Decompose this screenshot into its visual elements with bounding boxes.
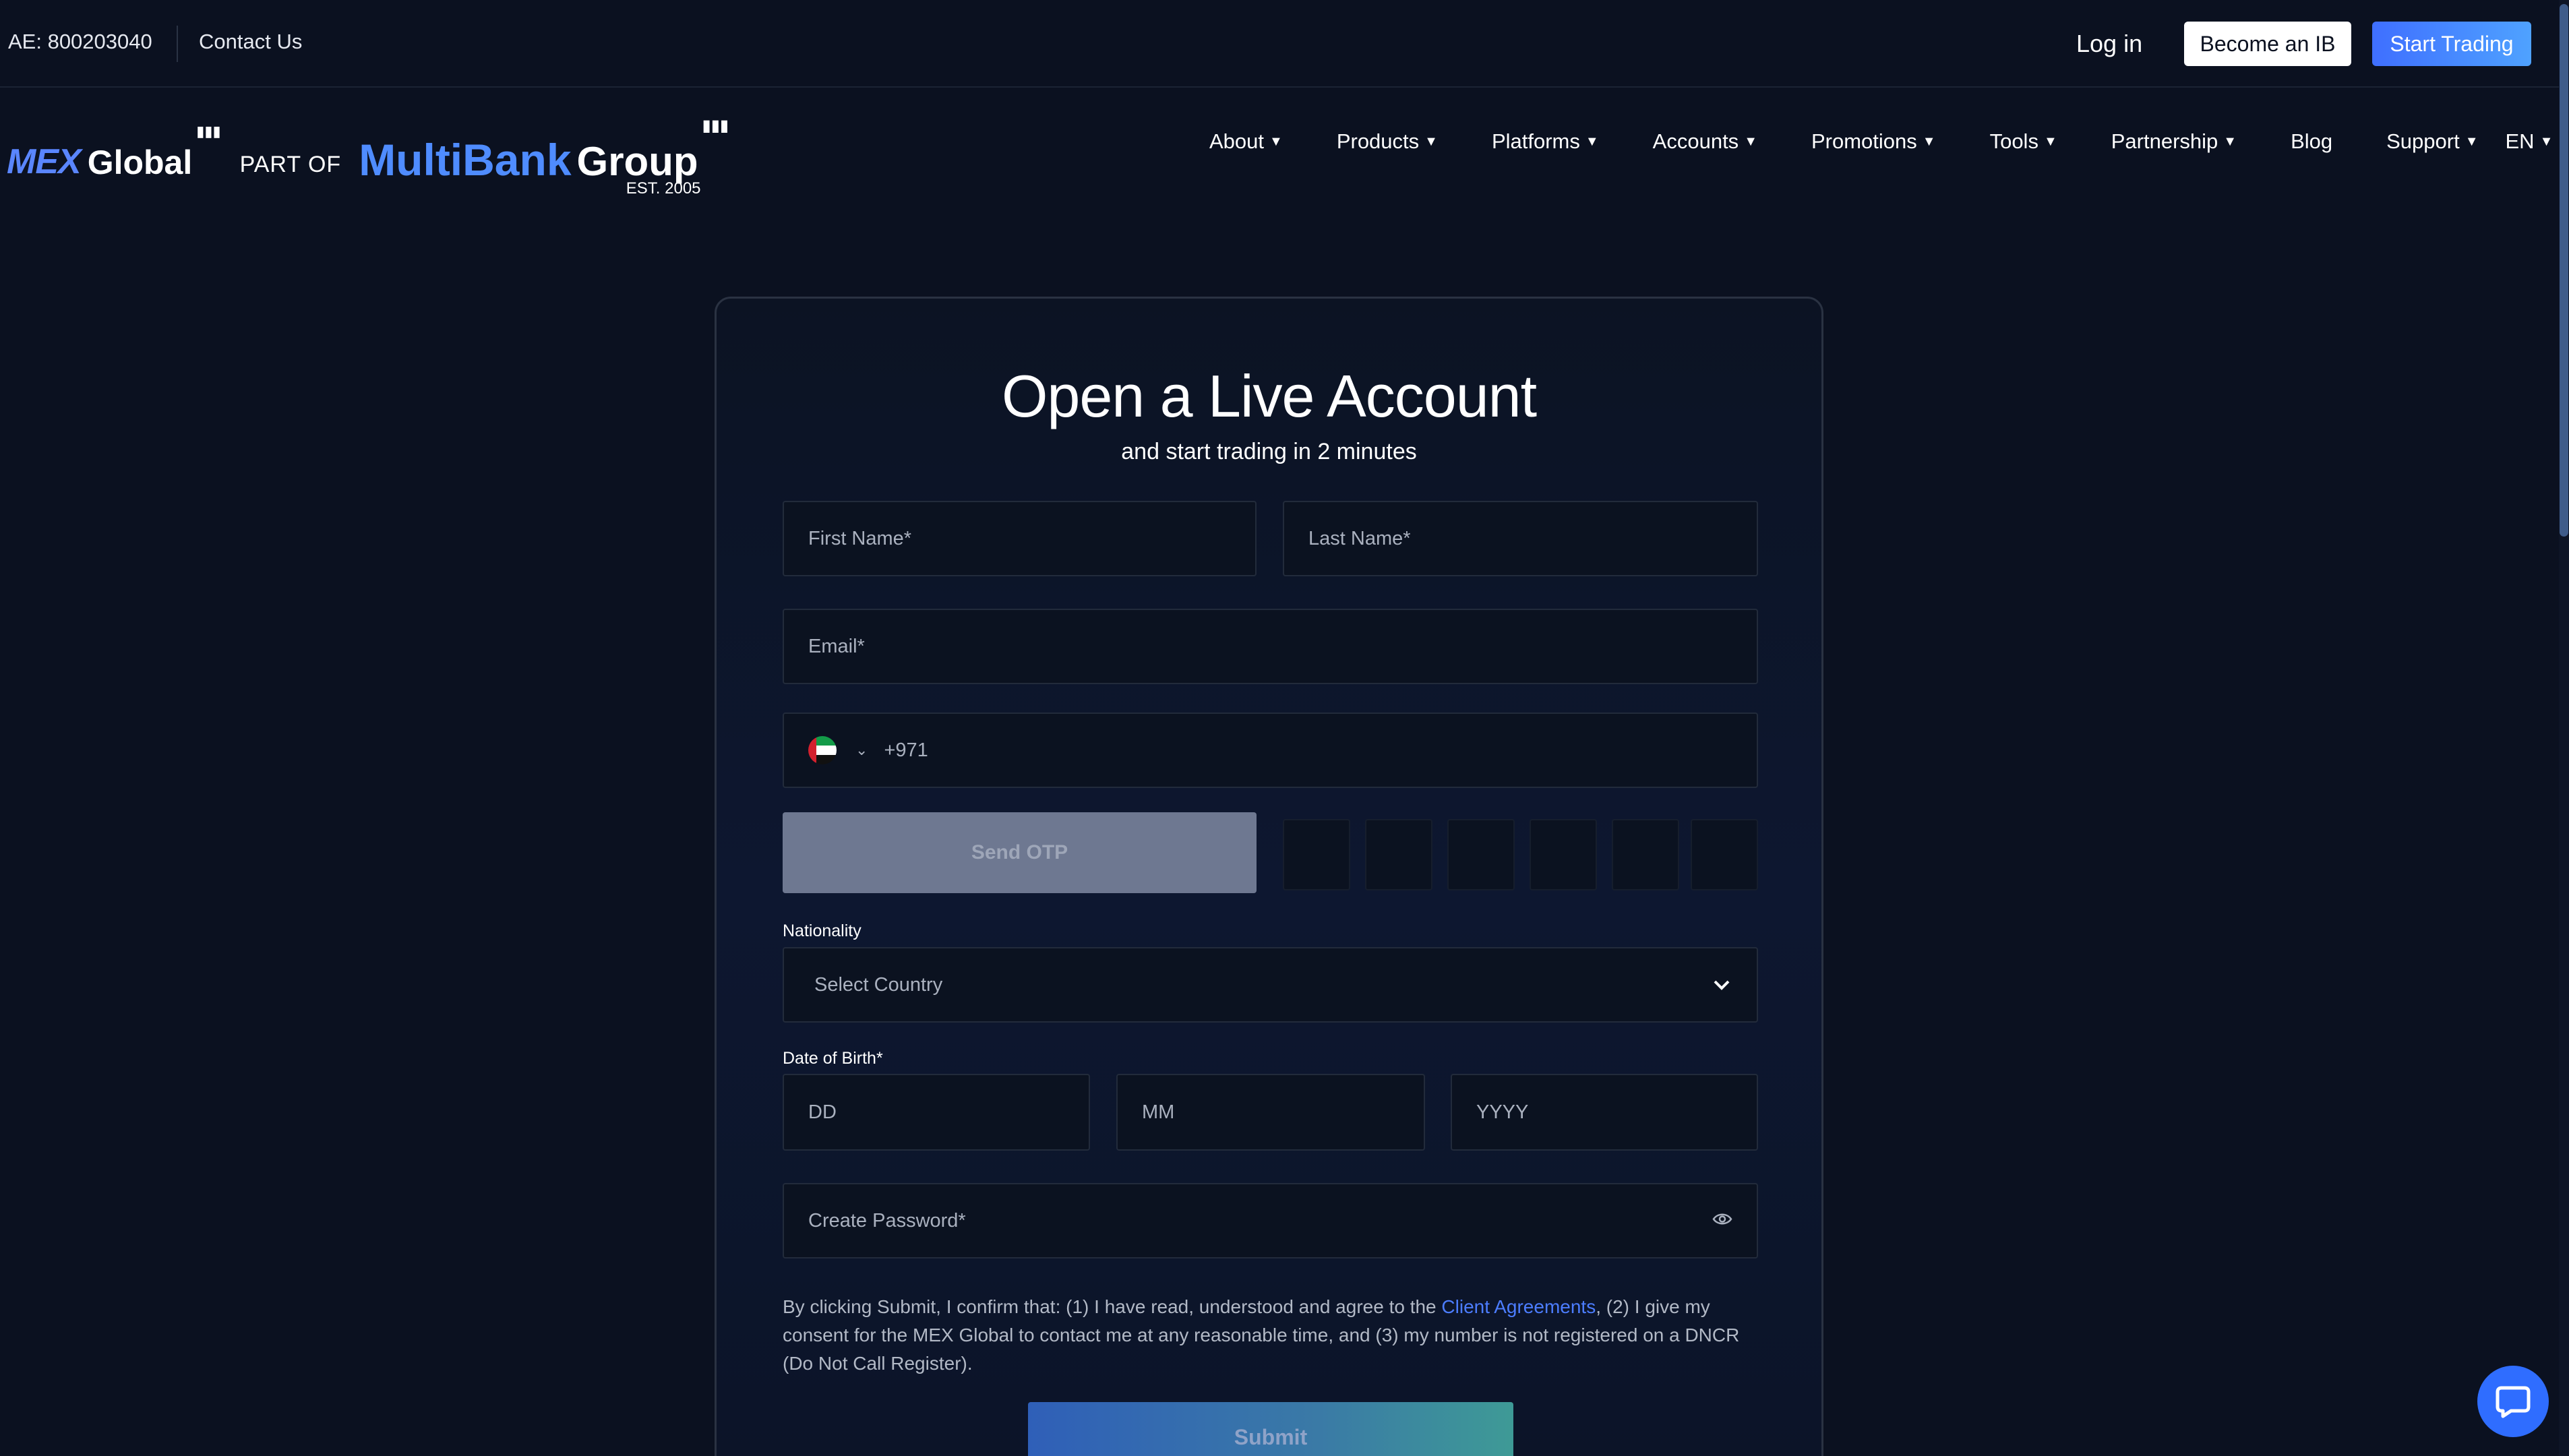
caret-down-icon: ▼ [1922, 133, 1936, 149]
nav-item-about[interactable]: About ▼ [1209, 129, 1283, 154]
signup-card: Open a Live Account and start trading in… [715, 297, 1823, 1456]
logo-group: Group EST. 2005 [576, 139, 701, 198]
form-subtitle: and start trading in 2 minutes [1121, 439, 1417, 464]
nav-item-label: Partnership [2111, 129, 2218, 153]
phone-number: AE: 800203040 [8, 30, 152, 53]
caret-down-icon: ▼ [1424, 133, 1438, 149]
caret-down-icon: ▼ [2465, 133, 2479, 149]
signal-bars-icon: ▮▮▮ [196, 123, 221, 140]
logo-group-text: Group [576, 139, 698, 184]
nationality-value: Select Country [814, 973, 943, 996]
login-link[interactable]: Log in [2076, 30, 2142, 58]
caret-down-icon: ▼ [1585, 133, 1599, 149]
language-label: EN [2505, 129, 2535, 153]
dob-label: Date of Birth* [783, 1049, 883, 1068]
start-trading-button[interactable]: Start Trading [2372, 22, 2531, 66]
logo-mex-text: MEX [7, 142, 82, 181]
nav-item-label: Accounts [1652, 129, 1739, 153]
language-selector[interactable]: EN ▼ [2506, 129, 2553, 154]
nav-item-tools[interactable]: Tools ▼ [1990, 129, 2057, 154]
caret-down-icon: ▼ [2223, 133, 2237, 149]
chevron-down-icon [1712, 973, 1731, 996]
phone-country-code: +971 [884, 739, 928, 761]
nav-item-label: Blog [2291, 129, 2333, 153]
otp-digit-5[interactable] [1612, 819, 1679, 890]
consent-text-part1: By clicking Submit, I confirm that: (1) … [783, 1296, 1442, 1317]
become-ib-button[interactable]: Become an IB [2184, 22, 2351, 66]
caret-down-icon: ▼ [1744, 133, 1757, 149]
nav-item-label: Support [2386, 129, 2460, 153]
nationality-select[interactable]: Select Country [783, 947, 1758, 1023]
client-agreements-link[interactable]: Client Agreements [1441, 1296, 1596, 1317]
otp-digit-1[interactable] [1283, 819, 1350, 890]
send-otp-button[interactable]: Send OTP [783, 812, 1257, 893]
password-placeholder: Create Password* [808, 1209, 966, 1232]
nav-item-label: Promotions [1811, 129, 1917, 153]
nav-item-label: About [1209, 129, 1265, 153]
logo-global-text: Global [87, 144, 193, 181]
chat-button[interactable] [2477, 1366, 2549, 1437]
nav-items: About ▼ Products ▼ Platforms ▼ Accounts ▼ Pr… [1209, 129, 2553, 154]
otp-digit-2[interactable] [1365, 819, 1432, 890]
dob-year-field[interactable]: YYYY [1451, 1074, 1758, 1151]
nav-item-label: Tools [1989, 129, 2038, 153]
nav-item-label: Platforms [1491, 129, 1580, 153]
top-bar: AE: 800203040 Contact Us Log in Become a… [0, 0, 2569, 88]
logo-multibank-text: MultiBank [359, 135, 572, 185]
last-name-field[interactable]: Last Name* [1283, 501, 1758, 576]
eye-icon[interactable] [1712, 1210, 1732, 1232]
page-root: AE: 800203040 Contact Us Log in Become a… [0, 0, 2569, 1456]
site-logo[interactable]: MEX Global ▮▮▮ PART OF MultiBank Group E… [7, 115, 729, 198]
otp-digit-6[interactable] [1691, 819, 1758, 890]
dob-month-field[interactable]: MM [1116, 1074, 1425, 1151]
nav-item-promotions[interactable]: Promotions ▼ [1811, 129, 1936, 154]
nav-item-accounts[interactable]: Accounts ▼ [1653, 129, 1757, 154]
uae-flag-icon[interactable] [808, 736, 837, 764]
caret-down-icon: ▼ [2043, 133, 2057, 149]
dob-day-field[interactable]: DD [783, 1074, 1090, 1151]
nav-item-blog[interactable]: Blog [2291, 129, 2332, 154]
main-nav: MEX Global ▮▮▮ PART OF MultiBank Group E… [0, 88, 2569, 199]
caret-down-icon: ▼ [2539, 133, 2553, 149]
password-field[interactable]: Create Password* [783, 1183, 1758, 1258]
form-title: Open a Live Account [1001, 363, 1537, 429]
nav-item-partnership[interactable]: Partnership ▼ [2111, 129, 2237, 154]
submit-button[interactable]: Submit [1028, 1402, 1513, 1456]
contact-us-link[interactable]: Contact Us [199, 30, 302, 54]
consent-text: By clicking Submit, I confirm that: (1) … [783, 1293, 1767, 1378]
nav-item-products[interactable]: Products ▼ [1337, 129, 1438, 154]
logo-part-of-text: PART OF [239, 152, 342, 177]
chat-bubble-icon [2496, 1386, 2531, 1418]
otp-digit-4[interactable] [1530, 819, 1597, 890]
scrollbar-thumb[interactable] [2560, 4, 2568, 537]
nav-item-platforms[interactable]: Platforms ▼ [1492, 129, 1599, 154]
first-name-field[interactable]: First Name* [783, 501, 1257, 576]
nav-item-support[interactable]: Support ▼ [2386, 129, 2478, 154]
nationality-label: Nationality [783, 921, 862, 940]
top-divider [177, 26, 178, 62]
otp-digit-3[interactable] [1447, 819, 1515, 890]
phone-field[interactable]: ⌄ +971 [783, 712, 1758, 788]
email-field[interactable]: Email* [783, 609, 1758, 684]
logo-est-text: EST. 2005 [626, 179, 701, 198]
caret-down-icon: ▼ [1269, 133, 1283, 149]
nav-item-label: Products [1336, 129, 1420, 153]
signal-bars-icon: ▮▮▮ [702, 117, 729, 135]
chevron-down-icon[interactable]: ⌄ [855, 741, 868, 759]
